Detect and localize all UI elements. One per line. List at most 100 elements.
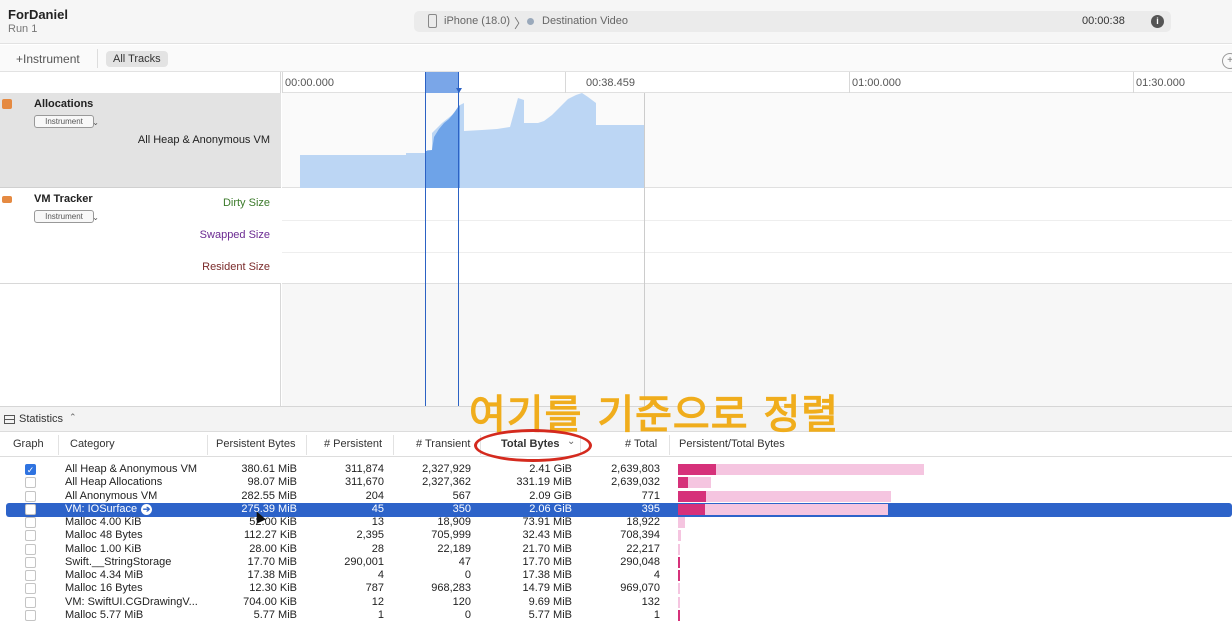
add-instrument-button[interactable]: +Instrument xyxy=(16,52,80,66)
graph-checkbox[interactable] xyxy=(25,570,36,581)
persistent-bytes-bar xyxy=(678,477,688,489)
time-selection-range[interactable] xyxy=(425,72,459,406)
cell-total-bytes: 17.70 MiB xyxy=(522,555,572,568)
cell-persistent: 12 xyxy=(371,595,384,608)
graph-checkbox[interactable] xyxy=(25,556,36,568)
graph-checkbox[interactable] xyxy=(25,609,36,621)
table-row[interactable]: All Heap Allocations 98.07 MiB 311,670 2,32… xyxy=(0,476,1232,489)
cell-category: Malloc 1.00 KiB xyxy=(65,542,142,555)
cell-persistent: 28 xyxy=(371,542,384,555)
title-bar: ForDaniel Run 1 iPhone (18.0) 〉 Destinat… xyxy=(0,0,1232,44)
table-row[interactable]: VM: IOSurface ➔ 275.39 MiB 45 350 2.06 GiB 395 xyxy=(6,502,1232,517)
column-header-persistent[interactable]: # Persistent xyxy=(324,438,382,450)
graph-checkbox[interactable] xyxy=(25,530,36,542)
vm-tracker-track-header[interactable]: VM Tracker Instrument ⌄ Dirty Size Swappe… xyxy=(0,188,281,284)
cell-persistent-bytes: 112.27 KiB xyxy=(243,529,297,542)
graph-checkbox[interactable] xyxy=(25,543,36,555)
graph-checkbox[interactable] xyxy=(25,490,36,502)
table-row[interactable]: Malloc 4.34 MiB 17.38 MiB 4 0 17.38 MiB 4 xyxy=(0,569,1232,582)
add-circle-icon[interactable]: + xyxy=(1222,53,1232,69)
column-header-graph[interactable]: Graph xyxy=(13,438,44,450)
cell-total-bytes: 9.69 MiB xyxy=(528,595,572,608)
cell-total: 771 xyxy=(641,489,660,502)
total-bytes-bar xyxy=(678,543,681,555)
cell-total: 1 xyxy=(653,608,660,621)
cell-persistent-bytes: 28.00 KiB xyxy=(249,542,297,555)
column-header-persistent-bytes[interactable]: Persistent Bytes xyxy=(216,438,295,450)
table-row[interactable]: VM: SwiftUI.CGDrawingV... 704.00 KiB 12 120… xyxy=(0,596,1232,609)
cell-category: Malloc 5.77 MiB xyxy=(65,608,144,621)
table-row[interactable]: Malloc 4.00 KiB 52.00 KiB 13 18,909 73.91 Mi… xyxy=(0,516,1232,529)
graph-checkbox[interactable] xyxy=(25,596,36,608)
series-label-resident-size: Resident Size xyxy=(202,261,270,273)
cell-transient: 22,189 xyxy=(437,542,471,555)
toolbar-divider xyxy=(97,49,98,68)
cell-persistent: 787 xyxy=(365,582,384,595)
table-row[interactable]: Malloc 16 Bytes 12.30 KiB 787 968,283 14.79 … xyxy=(0,582,1232,595)
instrument-badge[interactable]: Instrument ⌄ xyxy=(34,115,99,128)
table-header: Graph Category Persistent Bytes # Persis… xyxy=(0,433,1232,457)
graph-checkbox[interactable]: ✓ xyxy=(25,464,36,475)
allocations-track-header[interactable]: Allocations Instrument ⌄ All Heap & Anony… xyxy=(0,93,281,188)
table-row[interactable]: Swift.__StringStorage 17.70 MiB 290,001 47 1… xyxy=(0,556,1232,569)
cell-persistent: 13 xyxy=(371,516,384,528)
info-icon[interactable]: i xyxy=(1151,15,1164,28)
cell-total: 132 xyxy=(641,595,660,608)
cell-total-bytes: 5.77 MiB xyxy=(528,608,572,621)
cell-persistent: 4 xyxy=(377,569,384,581)
cell-total: 969,070 xyxy=(620,582,660,595)
ruler-tick xyxy=(1133,72,1134,93)
cell-persistent: 2,395 xyxy=(356,529,384,542)
cell-persistent: 290,001 xyxy=(344,555,384,568)
cell-persistent: 311,874 xyxy=(345,463,384,475)
elapsed-time: 00:00:38 xyxy=(1082,15,1125,27)
track-name-vm-tracker: VM Tracker xyxy=(34,193,93,205)
track-name-allocations: Allocations xyxy=(34,98,94,110)
graph-checkbox[interactable] xyxy=(25,583,36,595)
persistent-bytes-bar xyxy=(678,503,706,515)
highlight-circle xyxy=(474,429,592,462)
cell-category: Malloc 4.00 KiB xyxy=(65,516,142,528)
device-target-bar[interactable]: iPhone (18.0) 〉 Destination Video 00:00:… xyxy=(414,11,1171,32)
statistics-view-label[interactable]: Statistics xyxy=(19,413,63,425)
cell-total-bytes: 17.38 MiB xyxy=(522,569,572,581)
cell-transient: 18,909 xyxy=(437,516,471,528)
column-header-category[interactable]: Category xyxy=(70,438,115,450)
chevron-down-icon: ⌄ xyxy=(92,213,99,222)
chevron-updown-icon[interactable]: ⌃ xyxy=(69,412,77,423)
column-header-total[interactable]: # Total xyxy=(625,438,657,450)
table-row[interactable]: Malloc 48 Bytes 112.27 KiB 2,395 705,999 32.… xyxy=(0,529,1232,542)
cell-persistent-bytes: 17.38 MiB xyxy=(247,569,297,581)
cell-transient: 47 xyxy=(458,555,471,568)
column-header-persistent-total-bytes[interactable]: Persistent/Total Bytes xyxy=(679,438,785,450)
table-row[interactable]: All Anonymous VM 282.55 MiB 204 567 2.09 GiB… xyxy=(0,490,1232,503)
cell-persistent: 45 xyxy=(371,502,384,515)
cell-transient: 0 xyxy=(464,608,471,621)
instrument-badge[interactable]: Instrument ⌄ xyxy=(34,210,99,223)
cell-total-bytes: 2.41 GiB xyxy=(529,463,572,475)
allocations-instrument-icon xyxy=(2,99,12,109)
cell-total: 22,217 xyxy=(626,542,660,555)
graph-checkbox[interactable] xyxy=(25,503,36,515)
cell-persistent-bytes: 12.30 KiB xyxy=(249,582,297,595)
table-row[interactable]: Malloc 5.77 MiB 5.77 MiB 1 0 5.77 MiB 1 xyxy=(0,609,1232,622)
cell-total-bytes: 2.06 GiB xyxy=(529,502,572,515)
persistent-bytes-bar xyxy=(678,570,680,581)
cell-persistent: 1 xyxy=(377,608,384,621)
graph-checkbox[interactable] xyxy=(25,517,36,528)
all-tracks-button[interactable]: All Tracks xyxy=(106,51,168,67)
total-bytes-bar xyxy=(678,583,680,595)
graph-checkbox[interactable] xyxy=(25,477,36,489)
device-name[interactable]: iPhone (18.0) xyxy=(444,15,510,27)
playhead-marker[interactable] xyxy=(456,88,462,93)
column-separator xyxy=(669,435,670,455)
table-row[interactable]: Malloc 1.00 KiB 28.00 KiB 28 22,189 21.70 Mi… xyxy=(0,543,1232,556)
cell-transient: 705,999 xyxy=(431,529,471,542)
column-header-transient[interactable]: # Transient xyxy=(416,438,470,450)
go-to-detail-arrow-icon[interactable]: ➔ xyxy=(141,503,153,515)
cell-total: 4 xyxy=(653,569,660,581)
total-bytes-bar xyxy=(678,596,680,608)
target-app-name[interactable]: Destination Video xyxy=(542,15,628,27)
table-row[interactable]: ✓ All Heap & Anonymous VM 380.61 MiB 311,87… xyxy=(0,463,1232,476)
column-separator xyxy=(58,435,59,455)
